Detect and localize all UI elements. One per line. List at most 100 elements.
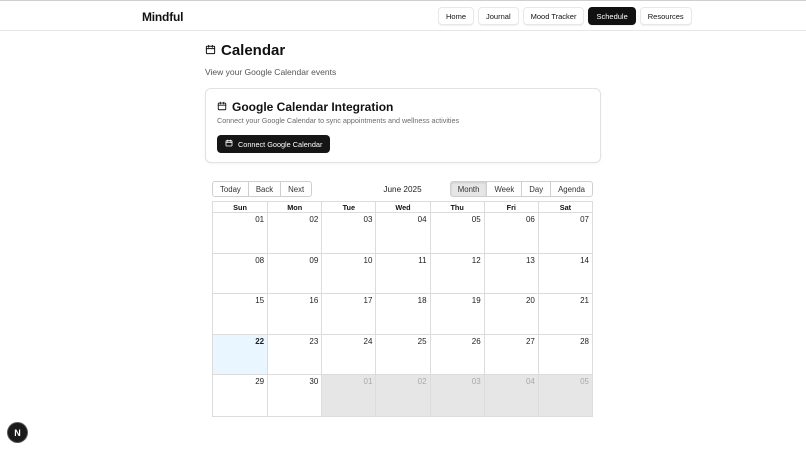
day-number[interactable]: 16 (309, 296, 318, 305)
day-cell[interactable]: 30 (267, 375, 321, 416)
day-cell[interactable]: 26 (429, 334, 484, 374)
day-cell[interactable]: 15 (213, 294, 267, 334)
page-subtitle: View your Google Calendar events (205, 67, 337, 77)
day-number[interactable]: 08 (255, 256, 264, 265)
day-number[interactable]: 14 (580, 256, 589, 265)
calendar: Today Back Next June 2025 Month Week Day Agen… (212, 181, 593, 417)
day-number[interactable]: 18 (418, 296, 427, 305)
day-number[interactable]: 02 (418, 377, 427, 386)
day-cell[interactable]: 03 (321, 213, 375, 253)
view-month-button[interactable]: Month (449, 181, 488, 197)
calendar-icon (217, 100, 227, 114)
day-cell[interactable]: 17 (321, 294, 375, 334)
day-cell[interactable]: 19 (429, 294, 484, 334)
day-cell[interactable]: 23 (267, 334, 321, 374)
nav-schedule[interactable]: Schedule (588, 7, 636, 25)
day-number[interactable]: 03 (364, 215, 373, 224)
day-cell[interactable]: 27 (483, 334, 538, 374)
day-number[interactable]: 29 (255, 377, 264, 386)
nav-home[interactable]: Home (438, 7, 475, 25)
weekday-header: Tue (321, 202, 375, 213)
dev-tools-badge[interactable]: N (8, 423, 27, 442)
day-cell[interactable]: 09 (267, 253, 321, 293)
day-cell[interactable]: 24 (321, 334, 375, 374)
day-cell[interactable]: 02 (267, 213, 321, 253)
day-number[interactable]: 11 (418, 256, 426, 265)
day-number[interactable]: 24 (364, 337, 373, 346)
day-cell[interactable]: 28 (537, 334, 592, 374)
day-number[interactable]: 02 (309, 215, 318, 224)
day-cell[interactable]: 03 (429, 375, 484, 416)
day-cell[interactable]: 16 (267, 294, 321, 334)
day-number[interactable]: 13 (526, 256, 535, 265)
day-number[interactable]: 03 (472, 377, 481, 386)
day-cell[interactable]: 18 (375, 294, 429, 334)
day-number[interactable]: 01 (364, 377, 373, 386)
view-week-button[interactable]: Week (486, 181, 523, 197)
connect-google-calendar-button[interactable]: Connect Google Calendar (217, 135, 331, 153)
week-row: 01 02 03 04 05 06 07 (213, 213, 592, 254)
view-agenda-button[interactable]: Agenda (550, 181, 593, 197)
day-number[interactable]: 22 (255, 337, 264, 346)
day-cell[interactable]: 13 (483, 253, 538, 293)
day-cell[interactable]: 05 (537, 375, 592, 416)
badge-label: N (14, 427, 21, 438)
day-cell[interactable]: 01 (213, 213, 267, 253)
day-cell[interactable]: 11 (375, 253, 429, 293)
day-number[interactable]: 04 (526, 377, 535, 386)
day-cell[interactable]: 04 (483, 375, 538, 416)
day-number[interactable]: 05 (472, 215, 481, 224)
connect-button-label: Connect Google Calendar (238, 139, 323, 149)
day-number[interactable]: 07 (580, 215, 589, 224)
day-number[interactable]: 10 (364, 256, 373, 265)
integration-title: Google Calendar Integration (217, 100, 393, 114)
nav-resources[interactable]: Resources (639, 7, 692, 25)
integration-card: Google Calendar Integration Connect your… (205, 88, 601, 163)
nav-mood-tracker[interactable]: Mood Tracker (522, 7, 585, 25)
day-cell[interactable]: 10 (321, 253, 375, 293)
day-cell[interactable]: 29 (213, 375, 267, 416)
view-day-button[interactable]: Day (521, 181, 552, 197)
day-number[interactable]: 17 (364, 296, 373, 305)
day-cell[interactable]: 07 (537, 213, 592, 253)
day-cell[interactable]: 06 (483, 213, 538, 253)
weekday-header: Thu (429, 202, 484, 213)
day-number[interactable]: 12 (472, 256, 481, 265)
day-cell[interactable]: 04 (375, 213, 429, 253)
day-cell-today[interactable]: 22 (213, 334, 268, 374)
week-row: 15 16 17 18 19 20 21 (213, 294, 592, 335)
day-cell[interactable]: 14 (537, 253, 592, 293)
day-cell[interactable]: 02 (375, 375, 430, 416)
day-cell[interactable]: 01 (321, 375, 376, 416)
weekday-header: Sat (537, 202, 592, 213)
calendar-view-buttons: Month Week Day Agenda (449, 181, 593, 197)
month-grid: Sun Mon Tue Wed Thu Fri Sat 01 02 03 04 05 06 07 08 09… (212, 201, 593, 417)
week-row: 22 23 24 25 26 27 28 (213, 334, 592, 375)
day-number[interactable]: 09 (309, 256, 318, 265)
day-number[interactable]: 25 (418, 337, 427, 346)
day-cell[interactable]: 25 (375, 334, 429, 374)
day-number[interactable]: 06 (526, 215, 535, 224)
brand-logo[interactable]: Mindful (142, 10, 183, 24)
day-cell[interactable]: 08 (213, 254, 267, 294)
day-number[interactable]: 21 (580, 296, 589, 305)
day-number[interactable]: 15 (255, 296, 264, 305)
day-cell[interactable]: 12 (429, 253, 484, 293)
day-number[interactable]: 30 (309, 377, 318, 386)
weekday-header: Sun (233, 203, 247, 212)
day-number[interactable]: 05 (580, 377, 589, 386)
day-cell[interactable]: 05 (429, 213, 484, 253)
day-number[interactable]: 04 (418, 215, 427, 224)
day-number[interactable]: 23 (309, 337, 318, 346)
weekday-header-row: Sun Mon Tue Wed Thu Fri Sat (213, 202, 592, 213)
day-number[interactable]: 28 (580, 337, 589, 346)
day-number[interactable]: 01 (255, 215, 264, 224)
day-number[interactable]: 20 (526, 296, 535, 305)
day-number[interactable]: 27 (526, 337, 535, 346)
day-cell[interactable]: 21 (537, 294, 592, 334)
day-number[interactable]: 19 (472, 296, 481, 305)
weekday-header: Wed (375, 202, 429, 213)
nav-journal[interactable]: Journal (478, 7, 519, 25)
day-number[interactable]: 26 (472, 337, 481, 346)
day-cell[interactable]: 20 (483, 294, 538, 334)
